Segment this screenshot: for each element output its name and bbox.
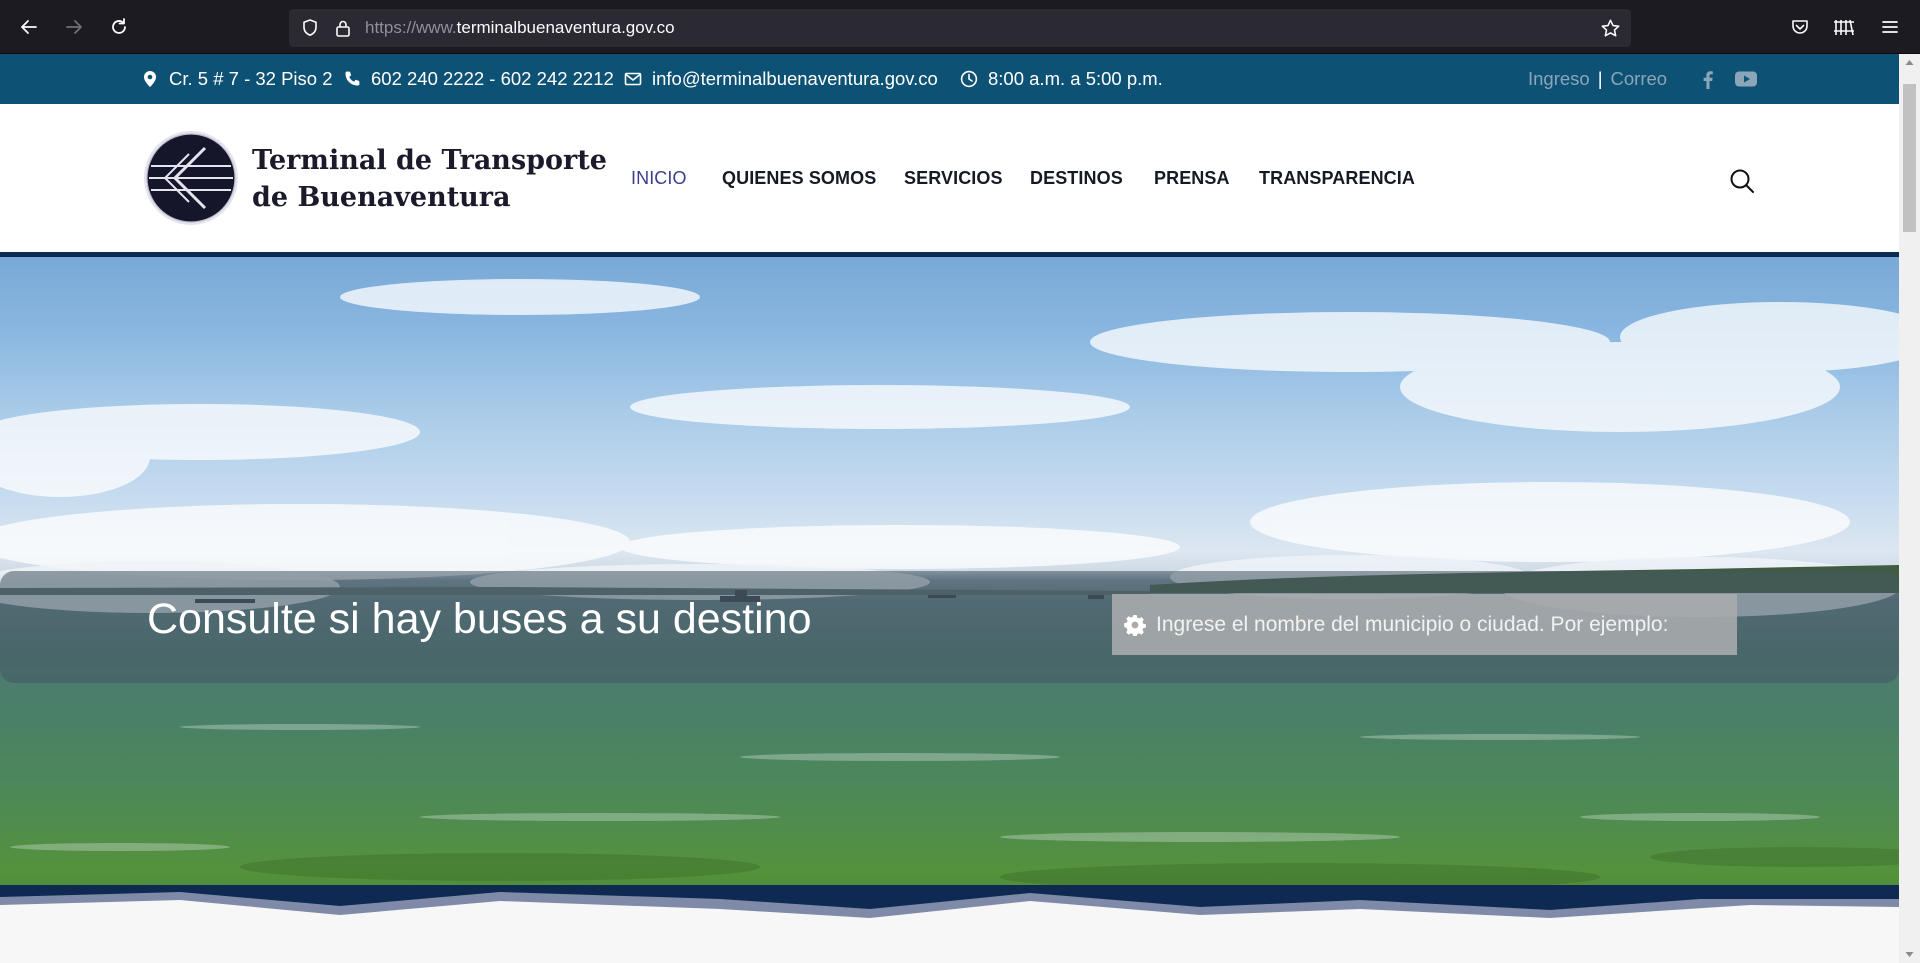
menu-item-destinos[interactable]: DESTINOS [1030,168,1123,189]
back-button[interactable] [13,11,45,43]
terminal-logo-icon[interactable] [143,130,239,226]
gear-icon [1124,615,1146,636]
browser-toolbar: https://www.terminalbuenaventura.gov.co [0,0,1920,54]
scroll-thumb[interactable] [1903,84,1916,232]
email-text[interactable]: info@terminalbuenaventura.gov.co [652,68,938,90]
link-separator: | [1597,68,1603,89]
top-info-bar: Cr. 5 # 7 - 32 Piso 2 602 240 2222 - 602… [0,54,1899,104]
youtube-icon[interactable] [1734,68,1758,90]
url-domain: terminalbuenaventura.gov.co [456,18,675,37]
pocket-icon[interactable] [1790,17,1810,37]
destination-search-box[interactable] [1112,594,1737,655]
mail-link[interactable]: Correo [1611,68,1668,90]
hero-banner: Consulte si hay buses a su destino [0,257,1899,897]
url-bar[interactable]: https://www.terminalbuenaventura.gov.co [289,9,1631,47]
menu-item-prensa[interactable]: PRENSA [1154,168,1230,189]
logo-text[interactable]: Terminal de Transporte de Buenaventura [252,142,607,216]
hours-info: 8:00 a.m. a 5:00 p.m. [960,54,1163,104]
forward-button[interactable] [58,11,90,43]
reload-icon [112,18,126,34]
envelope-icon [624,72,642,86]
arrow-left-icon [21,20,37,34]
url-text[interactable]: https://www.terminalbuenaventura.gov.co [365,18,675,38]
bookmark-star-icon[interactable] [1600,18,1621,39]
logo-line-1: Terminal de Transporte [252,145,607,176]
search-icon[interactable] [1729,168,1755,194]
address-info: Cr. 5 # 7 - 32 Piso 2 [141,54,333,104]
facebook-icon[interactable] [1697,68,1719,90]
menu-item-inicio[interactable]: INICIO [631,168,687,189]
email-info[interactable]: info@terminalbuenaventura.gov.co [624,54,938,104]
destination-input[interactable] [1156,594,1726,655]
lock-icon[interactable] [333,18,353,38]
menu-item-transparencia[interactable]: TRANSPARENCIA [1259,168,1415,189]
scroll-up-icon[interactable] [1905,58,1914,67]
login-link[interactable]: Ingreso [1528,68,1590,90]
hero-title: Consulte si hay buses a su destino [147,595,812,643]
clock-icon [960,70,978,88]
phone-text: 602 240 2222 - 602 242 2212 [371,68,614,89]
arrow-right-icon [66,20,82,34]
top-links: Ingreso | Correo [1528,54,1667,104]
menu-item-servicios[interactable]: SERVICIOS [904,168,1003,189]
logo-line-2: de Buenaventura [252,182,511,213]
library-icon[interactable] [1833,17,1855,37]
phone-icon [345,71,360,86]
map-pin-icon [144,71,156,87]
site-header: Terminal de Transporte de Buenaventura I… [0,104,1899,252]
scroll-down-icon[interactable] [1905,950,1914,959]
hamburger-menu-icon[interactable] [1880,17,1900,37]
address-text: Cr. 5 # 7 - 32 Piso 2 [169,68,333,89]
wave-divider [0,885,1899,925]
shield-icon[interactable] [300,18,320,38]
page-scrollbar[interactable] [1899,54,1920,963]
menu-item-quienes-somos[interactable]: QUIENES SOMOS [722,168,876,189]
url-prefix: https://www. [365,18,457,37]
phone-info: 602 240 2222 - 602 242 2212 [343,54,614,104]
hours-text: 8:00 a.m. a 5:00 p.m. [988,68,1163,89]
reload-button[interactable] [103,11,135,43]
